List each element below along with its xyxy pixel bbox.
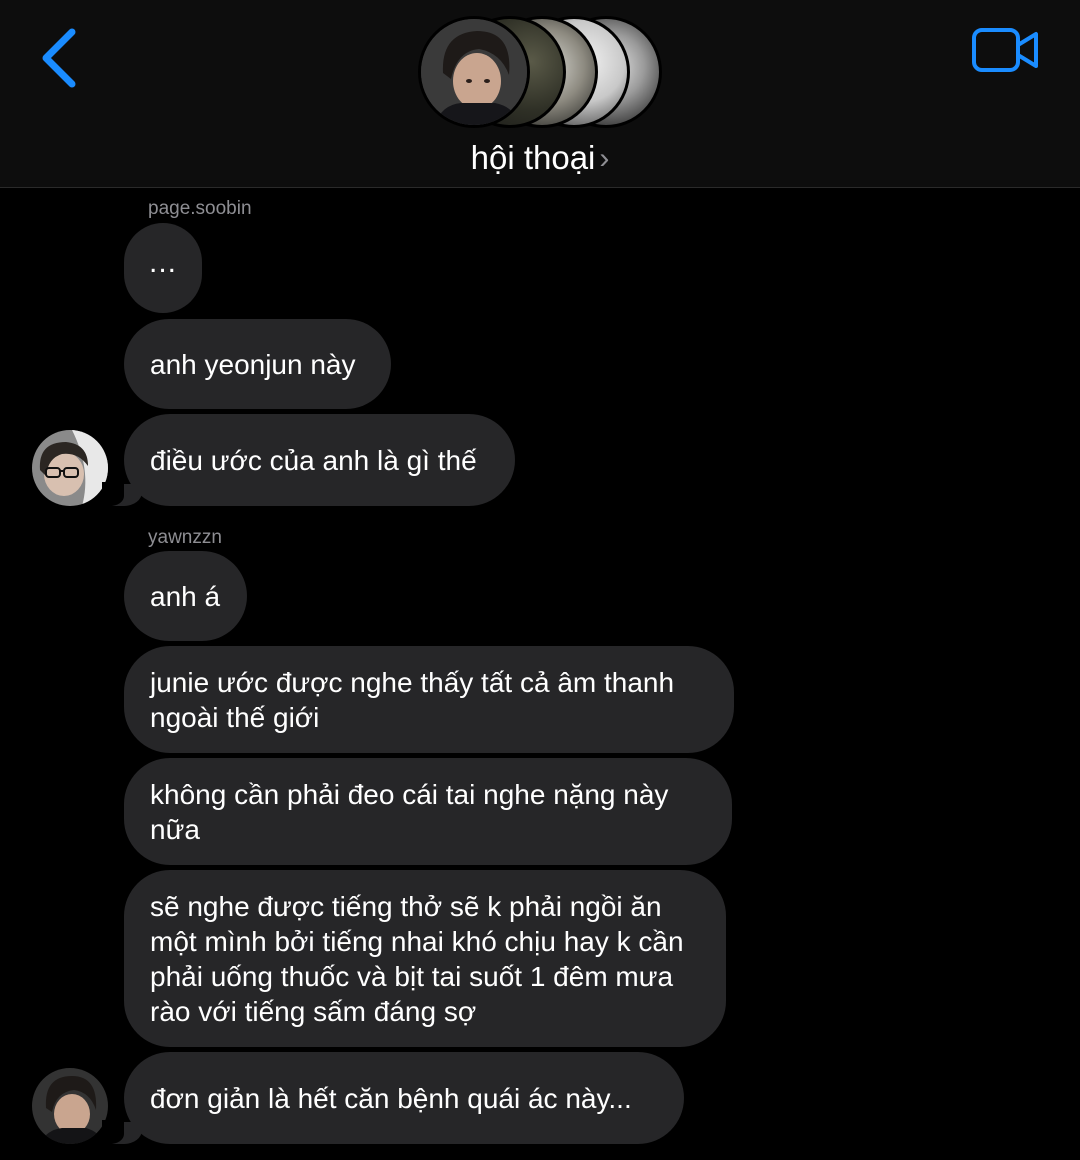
conversation-title-button[interactable]: hội thoại › xyxy=(0,138,1080,179)
sender-name: page.soobin xyxy=(148,198,252,219)
avatar[interactable] xyxy=(32,430,108,506)
message-text: không cần phải đeo cái tai nghe nặng này… xyxy=(150,778,669,845)
back-button[interactable] xyxy=(36,24,86,94)
message-bubble[interactable]: không cần phải đeo cái tai nghe nặng này… xyxy=(124,758,732,865)
avatar[interactable] xyxy=(32,1068,108,1144)
chat-header: hội thoại › xyxy=(0,0,1080,188)
message-bubble[interactable]: anh yeonjun này xyxy=(124,319,391,409)
message-bubble[interactable]: anh á xyxy=(124,551,247,641)
message-text: junie ước được nghe thấy tất cả âm thanh… xyxy=(150,666,675,733)
message-bubble[interactable]: đơn giản là hết căn bệnh quái ác này... xyxy=(102,1052,684,1144)
message-text: đơn giản là hết căn bệnh quái ác này... xyxy=(150,1082,632,1114)
video-call-button[interactable] xyxy=(970,26,1042,76)
chevron-left-icon xyxy=(42,28,76,88)
conversation-title: hội thoại xyxy=(470,139,596,176)
sender-name: yawnzzn xyxy=(148,527,222,548)
message-bubble[interactable]: sẽ nghe được tiếng thở sẽ k phải ngồi ăn… xyxy=(124,870,726,1047)
message-bubble[interactable]: điều ước của anh là gì thế xyxy=(102,414,515,506)
message-bubble[interactable]: junie ước được nghe thấy tất cả âm thanh… xyxy=(124,646,734,753)
message-text: anh yeonjun này xyxy=(150,348,356,380)
message-text: điều ước của anh là gì thế xyxy=(150,444,477,476)
group-avatar-stack[interactable] xyxy=(418,16,662,130)
chevron-right-icon: › xyxy=(599,142,610,175)
message-text: ... xyxy=(148,246,177,279)
message-text: anh á xyxy=(150,580,221,612)
message-bubble[interactable]: ... xyxy=(124,223,202,313)
message-text: sẽ nghe được tiếng thở sẽ k phải ngồi ăn… xyxy=(150,890,684,1027)
video-camera-icon xyxy=(972,28,1038,72)
group-avatar xyxy=(418,16,530,128)
